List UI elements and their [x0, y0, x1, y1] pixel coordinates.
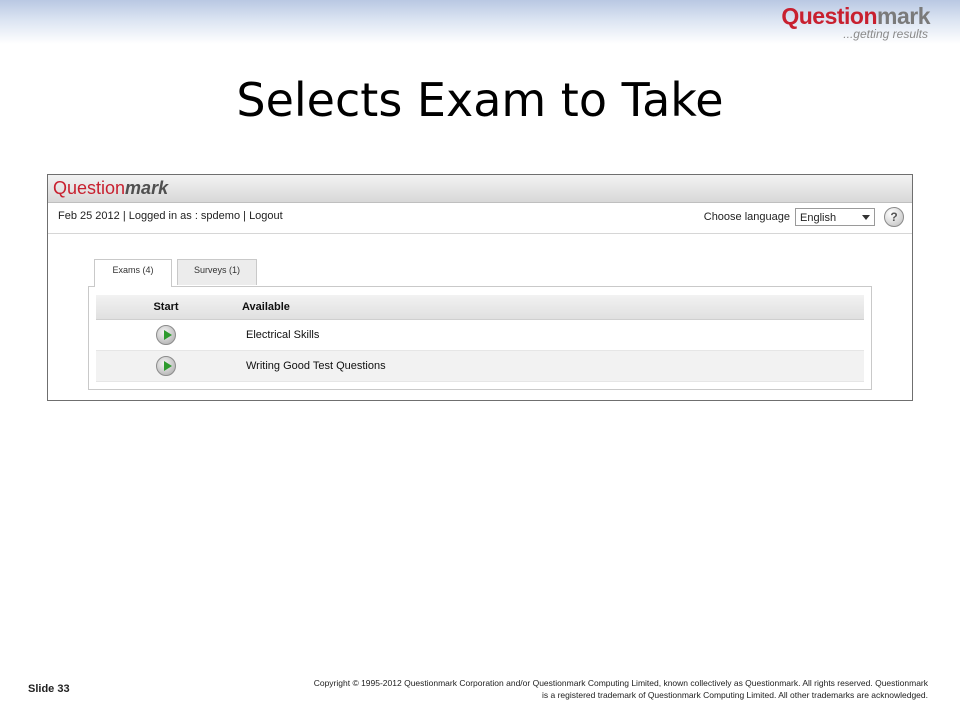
language-select[interactable]: English [795, 208, 875, 226]
tab-surveys[interactable]: Surveys (1) [177, 259, 257, 285]
copyright-notice: Copyright © 1995-2012 Questionmark Corpo… [198, 677, 928, 701]
brand-logo-block: Questionmark ...getting results [781, 4, 930, 40]
table-row: Electrical Skills [96, 320, 864, 351]
table-header: Start Available [96, 295, 864, 320]
info-bar: Feb 25 2012 | Logged in as : spdemo | Lo… [48, 203, 912, 234]
language-chooser: Choose language English ? [704, 207, 904, 227]
separator: | [243, 210, 246, 222]
logo-question-text: Question [781, 3, 878, 29]
separator: | [122, 210, 126, 222]
table-row: Writing Good Test Questions [96, 351, 864, 382]
exam-name[interactable]: Writing Good Test Questions [236, 360, 864, 372]
questionmark-logo: Questionmark [781, 4, 930, 28]
app-header: Questionmark [48, 175, 912, 203]
session-info: Feb 25 2012 | Logged in as : spdemo | Lo… [58, 210, 283, 222]
exams-table: Start Available Electrical Skills Writin… [96, 295, 864, 382]
help-icon[interactable]: ? [884, 207, 904, 227]
play-icon[interactable] [156, 356, 176, 376]
logout-link[interactable]: Logout [249, 210, 283, 222]
slide-number: Slide 33 [28, 683, 70, 695]
logged-in-text: Logged in as : spdemo [128, 210, 241, 222]
start-cell [96, 356, 236, 376]
tab-exams[interactable]: Exams (4) [94, 259, 172, 287]
play-icon[interactable] [156, 325, 176, 345]
session-date: Feb 25 2012 [58, 210, 120, 222]
start-cell [96, 325, 236, 345]
header-start: Start [153, 301, 179, 313]
header-available: Available [242, 301, 290, 313]
chevron-down-icon [862, 215, 870, 220]
app-screenshot: Questionmark Feb 25 2012 | Logged in as … [47, 174, 913, 401]
app-logo-mark: mark [125, 178, 169, 198]
copyright-line: Copyright © 1995-2012 Questionmark Corpo… [313, 678, 928, 688]
copyright-line: is a registered trademark of Questionmar… [542, 690, 928, 700]
logo-mark-text: mark [877, 3, 930, 29]
exam-name[interactable]: Electrical Skills [236, 329, 864, 341]
exams-panel: Start Available Electrical Skills Writin… [88, 286, 872, 390]
brand-tagline: ...getting results [843, 27, 928, 41]
language-label: Choose language [703, 211, 790, 223]
app-logo: Questionmark [53, 178, 168, 198]
app-logo-question: Question [53, 178, 126, 198]
language-value: English [800, 212, 837, 224]
slide-title: Selects Exam to Take [236, 73, 724, 127]
